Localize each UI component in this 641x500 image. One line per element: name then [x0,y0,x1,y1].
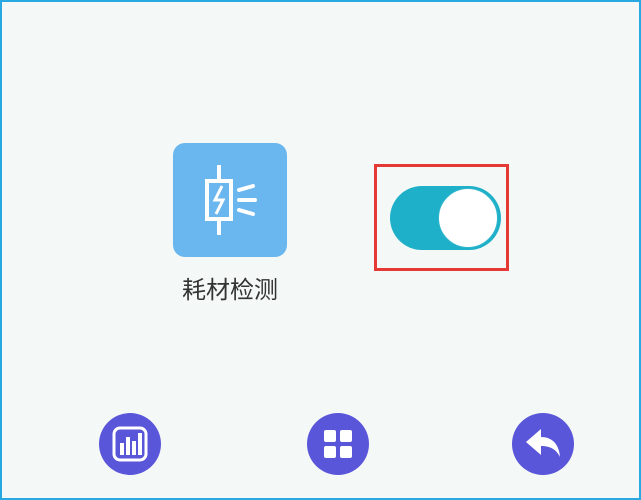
consumable-detection-icon [205,165,257,235]
grid-menu-icon [324,430,352,458]
consumable-detection-toggle[interactable] [390,186,501,250]
screen-frame: 耗材检测 [0,0,641,500]
consumable-detection-tile[interactable] [173,143,287,257]
toggle-knob [438,188,498,248]
stats-button[interactable] [99,413,161,475]
back-arrow-icon [526,429,560,457]
consumable-detection-label: 耗材检测 [182,276,278,304]
menu-button[interactable] [307,413,369,475]
bar-chart-icon [112,426,148,462]
back-button[interactable] [512,413,574,475]
